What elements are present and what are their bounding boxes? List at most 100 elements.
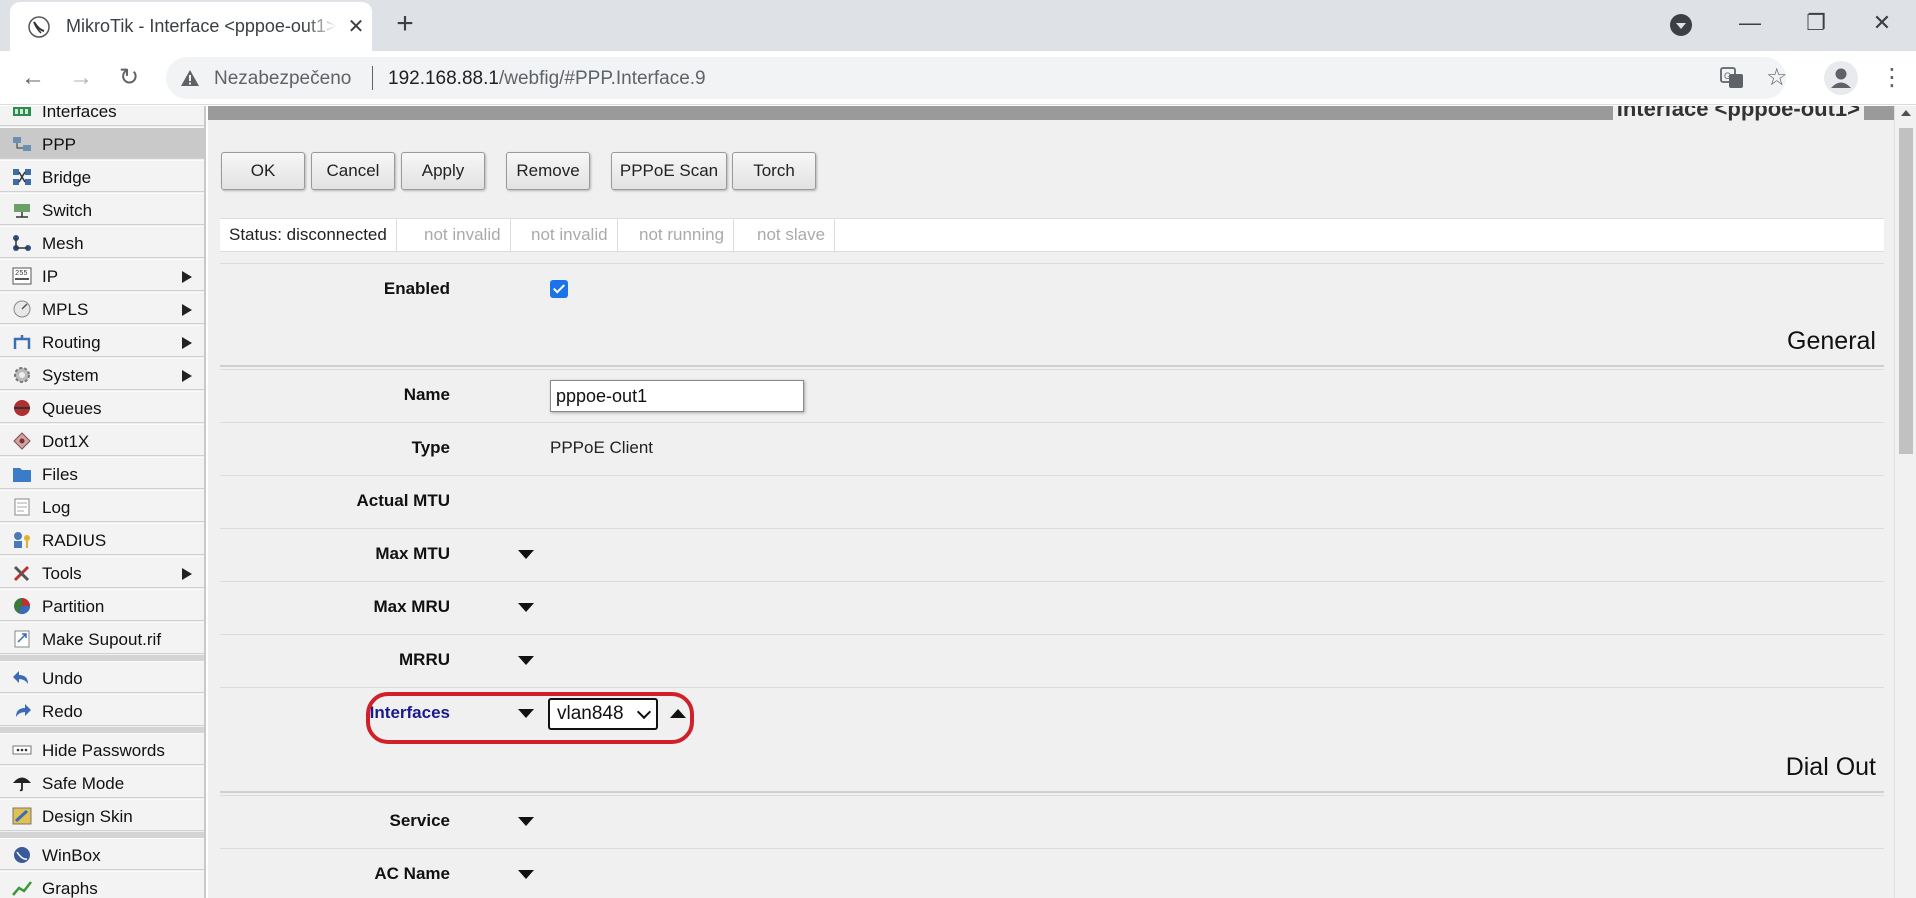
sidebar-item-label: Make Supout.rif <box>42 630 162 649</box>
sidebar-item-safe-mode[interactable]: Safe Mode <box>0 766 204 798</box>
ac-name-row: AC Name <box>220 848 1884 898</box>
apply-button[interactable]: Apply <box>401 152 485 190</box>
sidebar-item-label: Bridge <box>42 168 92 187</box>
window-restore-button[interactable]: ❐ <box>1796 6 1836 40</box>
sidebar-item-partition[interactable]: Partition <box>0 589 204 621</box>
log-icon <box>14 498 30 516</box>
expand-down-icon[interactable] <box>518 656 534 665</box>
sidebar-item-label: Graphs <box>42 879 98 898</box>
sidebar-item-winbox[interactable]: WinBox <box>0 838 204 870</box>
expand-down-icon[interactable] <box>518 870 534 879</box>
insecure-label[interactable]: Nezabezpečeno <box>214 68 351 90</box>
sidebar-item-dot1x[interactable]: Dot1X <box>0 424 204 456</box>
max-mru-label: Max MRU <box>373 597 450 616</box>
sidebar-item-redo[interactable]: Redo <box>0 694 204 726</box>
service-label: Service <box>389 811 451 830</box>
sidebar-item-interfaces[interactable]: Interfaces <box>0 106 204 126</box>
page-title: Interface <pppoe-out1> <box>1612 106 1864 122</box>
max-mtu-row: Max MTU <box>220 528 1884 580</box>
tab-search-icon[interactable] <box>1670 14 1692 36</box>
name-label: Name <box>403 385 450 404</box>
sidebar-item-design-skin[interactable]: Design Skin <box>0 799 204 831</box>
scroll-thumb[interactable] <box>1899 128 1913 454</box>
expand-down-icon[interactable] <box>518 550 534 559</box>
section-title-general: General <box>1787 327 1876 355</box>
sidebar-item-log[interactable]: Log <box>0 490 204 522</box>
page-scrollbar[interactable] <box>1894 106 1916 898</box>
hide-passwords-icon <box>12 745 32 755</box>
sidebar-item-make-supout[interactable]: Make Supout.rif <box>0 622 204 654</box>
sidebar-item-radius[interactable]: RADIUS <box>0 523 204 555</box>
sidebar-item-switch[interactable]: Switch <box>0 193 204 225</box>
new-tab-button[interactable]: + <box>390 9 420 40</box>
forward-button[interactable]: → <box>66 63 96 93</box>
enabled-row: Enabled <box>220 263 1884 315</box>
ok-button[interactable]: OK <box>221 152 305 190</box>
browser-tabstrip: MikroTik - Interface <pppoe-out1> ✕ + — … <box>0 0 1916 51</box>
enabled-checkbox[interactable] <box>550 280 568 298</box>
window-minimize-button[interactable]: — <box>1730 6 1770 40</box>
tab-close-icon[interactable]: ✕ <box>343 14 369 40</box>
system-icon <box>14 367 30 383</box>
expand-down-icon[interactable] <box>518 603 534 612</box>
expand-down-icon[interactable] <box>518 709 534 718</box>
collapse-up-icon[interactable] <box>670 709 686 718</box>
window-close-button[interactable]: ✕ <box>1862 6 1902 40</box>
interfaces-icon <box>13 107 31 116</box>
type-row: Type PPPoE Client <box>220 422 1884 474</box>
sidebar-item-bridge[interactable]: Bridge <box>0 160 204 192</box>
status-slave: not slave <box>748 219 836 251</box>
status-invalid: not invalid <box>415 219 511 251</box>
expand-down-icon[interactable] <box>518 817 534 826</box>
sidebar-item-mesh[interactable]: Mesh <box>0 226 204 258</box>
max-mru-row: Max MRU <box>220 581 1884 633</box>
name-input[interactable] <box>550 380 804 412</box>
browser-tab[interactable]: MikroTik - Interface <pppoe-out1> ✕ <box>10 2 372 51</box>
ip-icon: 255 <box>12 267 32 285</box>
enabled-label: Enabled <box>383 279 450 298</box>
mrru-label: MRRU <box>399 650 450 669</box>
chevron-down-icon <box>636 704 652 720</box>
sidebar-item-system[interactable]: System <box>0 358 204 390</box>
url-text[interactable]: 192.168.88.1/webfig/#PPP.Interface.9 <box>388 68 706 90</box>
dial-out-section-header: Dial Out <box>220 741 1884 793</box>
sidebar-item-routing[interactable]: Routing <box>0 325 204 357</box>
section-divider <box>220 365 1884 367</box>
remove-button[interactable]: Remove <box>506 152 590 190</box>
svg-text:G: G <box>1724 71 1731 81</box>
sidebar-item-tools[interactable]: Tools <box>0 556 204 588</box>
torch-button[interactable]: Torch <box>732 152 816 190</box>
section-divider <box>220 791 1884 793</box>
sidebar-item-ppp[interactable]: PPP <box>0 127 204 159</box>
back-button[interactable]: ← <box>18 63 48 93</box>
cancel-button[interactable]: Cancel <box>311 152 395 190</box>
sidebar-item-hide-passwords[interactable]: Hide Passwords <box>0 733 204 765</box>
interface-form-panel: Interface <pppoe-out1> OK Cancel Apply R… <box>208 106 1894 898</box>
browser-menu-icon[interactable]: ⋮ <box>1880 63 1904 93</box>
interfaces-select[interactable]: vlan848 <box>548 698 658 730</box>
url-path: /webfig/#PPP.Interface.9 <box>498 68 706 89</box>
address-bar[interactable]: Nezabezpečeno 192.168.88.1/webfig/#PPP.I… <box>166 57 1788 99</box>
address-separator <box>372 66 373 90</box>
sidebar-item-mpls[interactable]: MPLS <box>0 292 204 324</box>
sidebar-item-label: Routing <box>42 333 101 352</box>
svg-text:255: 255 <box>15 270 28 278</box>
pppoe-scan-button[interactable]: PPPoE Scan <box>611 152 727 190</box>
translate-icon[interactable]: G <box>1720 67 1744 89</box>
sidebar-item-label: Interfaces <box>42 106 117 121</box>
sidebar-item-graphs[interactable]: Graphs <box>0 871 204 898</box>
tab-title: MikroTik - Interface <pppoe-out1> <box>66 16 336 37</box>
profile-avatar-icon[interactable] <box>1824 61 1858 95</box>
sidebar-item-undo[interactable]: Undo <box>0 661 204 693</box>
scroll-up-icon[interactable] <box>1901 110 1911 116</box>
sidebar-item-ip[interactable]: 255 IP <box>0 259 204 291</box>
reload-button[interactable]: ↻ <box>114 63 144 93</box>
sidebar-item-files[interactable]: Files <box>0 457 204 489</box>
mikrotik-favicon-icon <box>28 16 50 38</box>
sidebar-item-queues[interactable]: Queues <box>0 391 204 423</box>
switch-icon <box>14 204 30 218</box>
bookmark-star-icon[interactable]: ☆ <box>1766 63 1788 92</box>
type-value: PPPoE Client <box>550 438 653 457</box>
status-bar: Status: disconnected not invalid not inv… <box>220 218 1884 252</box>
sidebar-item-label: WinBox <box>42 846 101 865</box>
